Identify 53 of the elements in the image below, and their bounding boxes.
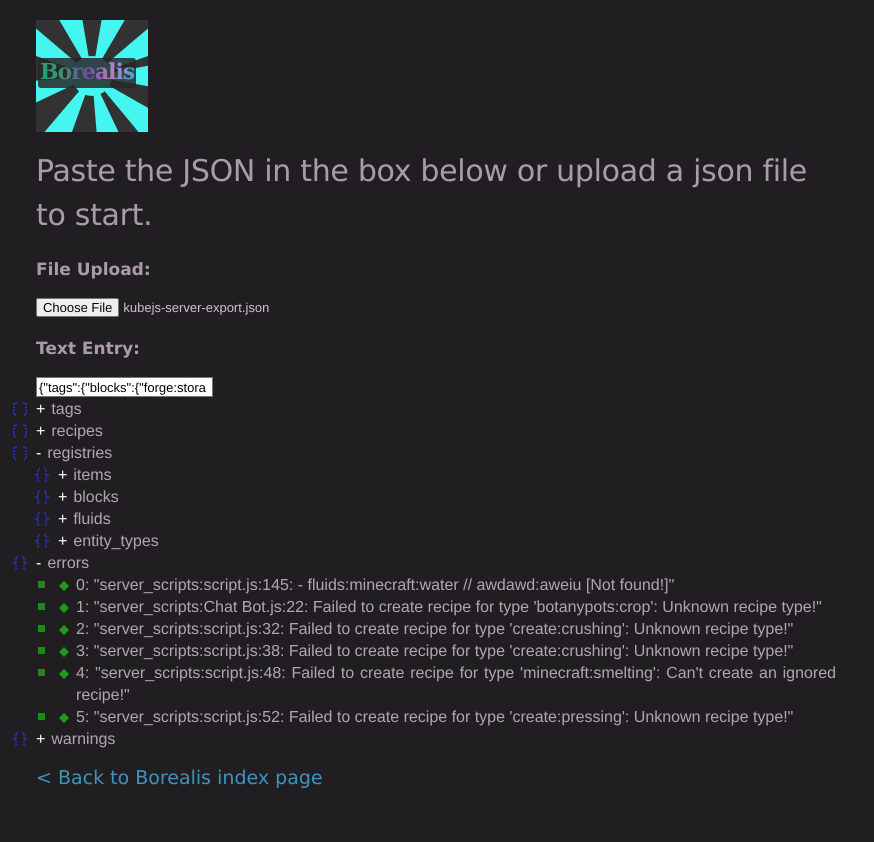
tree-node-label[interactable]: fluids	[73, 509, 111, 531]
toggle-sign[interactable]: +	[58, 531, 68, 553]
toggle-sign[interactable]: +	[58, 509, 68, 531]
square-icon	[38, 647, 45, 654]
brackets-icon	[12, 423, 28, 439]
diamond-icon	[58, 602, 70, 614]
toggle-sign[interactable]: +	[36, 399, 46, 421]
file-name: kubejs-server-export.json	[123, 300, 270, 315]
error-value: 3: "server_scripts:script.js:38: Failed to create recipe for type 'create:crushing': Unknown recipe type!"	[76, 642, 794, 662]
braces-icon	[12, 731, 28, 747]
braces-icon	[12, 555, 28, 571]
square-icon	[38, 713, 45, 720]
braces-icon	[34, 533, 50, 549]
section-label: File Upload:	[36, 259, 152, 282]
json-input-field[interactable]: {"tags":{"blocks":{"forge:stora	[36, 377, 213, 397]
error-value: 1: "server_scripts:Chat Bot.js:22: Failed to create recipe for type 'botanypots:crop': Unknown recipe type!"	[76, 598, 823, 618]
error-value: 5: "server_scripts:script.js:52: Failed to create recipe for type 'create:pressing': Unknown recipe type!"	[76, 708, 794, 728]
tree-node-label[interactable]: blocks	[73, 487, 119, 509]
tree-node-label[interactable]: items	[73, 465, 112, 487]
toggle-sign[interactable]: -	[36, 443, 42, 465]
square-icon	[38, 581, 45, 588]
page-heading: Paste the JSON in the box below or upload a json file to start.	[36, 153, 808, 235]
error-value: 4: "server_scripts:script.js:48: Failed to create recipe for type 'minecraft:smelting': Can't create an ignored recipe!"	[76, 664, 836, 706]
choose-file-button[interactable]: Choose File	[36, 298, 120, 317]
error-value: 0: "server_scripts:script.js:145: - fluids:minecraft:water // awdawd:aweiu [Not found!]"	[76, 576, 676, 596]
square-icon	[38, 603, 45, 610]
square-icon	[38, 669, 45, 676]
diamond-icon	[58, 646, 70, 658]
section-label: Text Entry:	[36, 338, 141, 361]
error-value: 2: "server_scripts:script.js:32: Failed to create recipe for type 'create:crushing': Unknown recipe type!"	[76, 620, 794, 640]
brackets-icon	[12, 445, 28, 461]
tree-node-label[interactable]: registries	[47, 443, 112, 465]
toggle-sign[interactable]: -	[36, 553, 42, 575]
brackets-icon	[12, 401, 28, 417]
back-link[interactable]: < Back to Borealis index page	[36, 767, 323, 789]
braces-icon	[34, 511, 50, 527]
square-icon	[38, 625, 45, 632]
toggle-sign[interactable]: +	[36, 729, 46, 751]
toggle-sign[interactable]: +	[58, 487, 68, 509]
diamond-icon	[58, 712, 70, 724]
logo: Borealis	[36, 20, 148, 132]
diamond-icon	[58, 580, 70, 592]
tree-node-label[interactable]: entity_types	[73, 531, 159, 553]
braces-icon	[34, 489, 50, 505]
tree-node-label[interactable]: tags	[51, 399, 82, 421]
diamond-icon	[58, 624, 70, 636]
diamond-icon	[58, 668, 70, 680]
toggle-sign[interactable]: +	[58, 465, 68, 487]
tree-node-label[interactable]: warnings	[51, 729, 116, 751]
tree-node-label[interactable]: recipes	[51, 421, 103, 443]
toggle-sign[interactable]: +	[36, 421, 46, 443]
tree-node-label[interactable]: errors	[47, 553, 90, 575]
braces-icon	[34, 467, 50, 483]
